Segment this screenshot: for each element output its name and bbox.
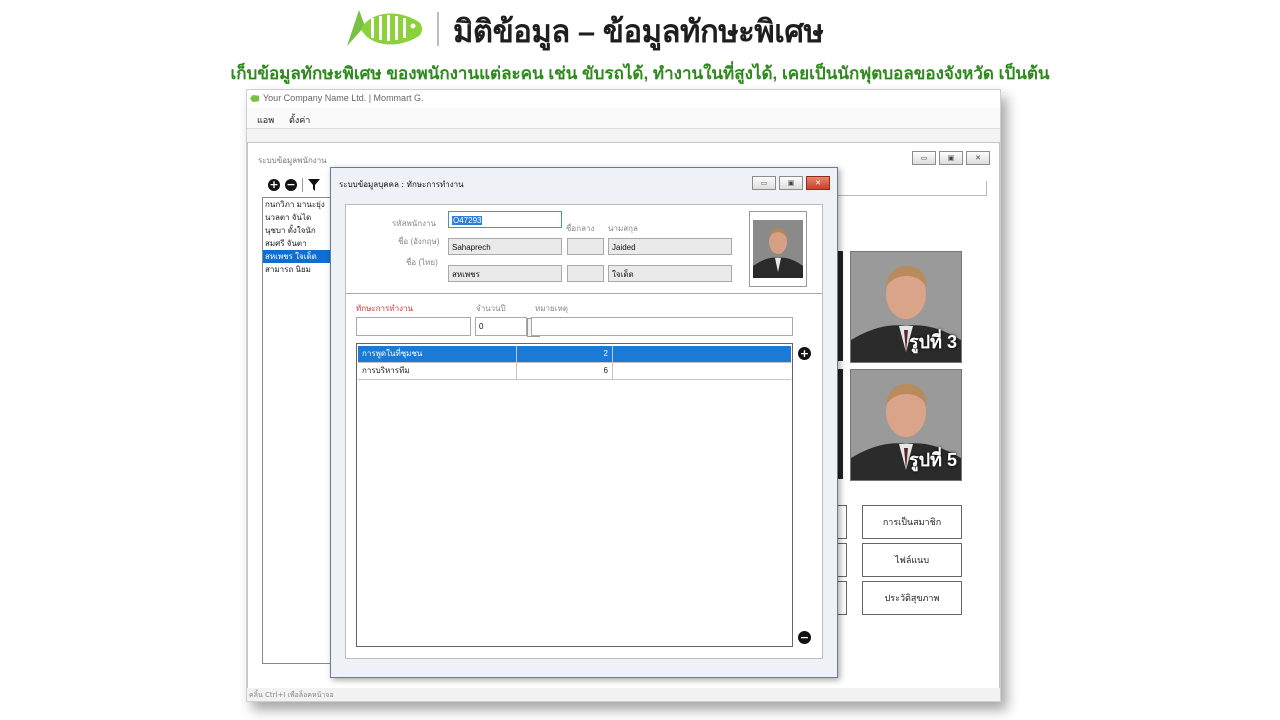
maximize-icon[interactable]: ▣ (779, 176, 803, 190)
minimize-icon[interactable]: ▭ (912, 151, 936, 165)
photo-3[interactable]: รูปที่ 3 (850, 251, 962, 363)
close-icon[interactable]: ✕ (966, 151, 990, 165)
add-row-icon[interactable]: + (798, 347, 811, 360)
person-photo-icon (753, 220, 803, 278)
add-icon[interactable]: + (268, 179, 280, 191)
employee-list[interactable]: กนกวิภา มานะยุ่ง นวลตา จันได นุชบา ตั้งใ… (262, 197, 332, 664)
hidden-button-edge[interactable] (838, 581, 847, 615)
surname-label: นามสกุล (608, 224, 638, 233)
note-cell (613, 363, 793, 379)
middle-name-label: ชื่อกลาง (566, 224, 595, 233)
photo-5-label: รูปที่ 5 (909, 450, 957, 470)
title-separator (437, 12, 439, 46)
dialog-title: ระบบข้อมูลบุคคล : ทักษะการทำงาน (339, 180, 464, 189)
fish-logo-icon (347, 10, 422, 46)
section-divider (346, 293, 822, 294)
hidden-button-edge[interactable] (838, 505, 847, 539)
app-logo-icon (250, 95, 259, 102)
list-item[interactable]: กนกวิภา มานะยุ่ง (263, 198, 331, 211)
employee-photo[interactable] (749, 211, 807, 287)
list-item[interactable]: นวลตา จันได (263, 211, 331, 224)
last-name-th-input[interactable]: ใจเด็ด (608, 265, 732, 282)
emp-code-input[interactable]: O47293 (448, 211, 562, 228)
app-window-title: Your Company Name Ltd. | Mommart G. (263, 93, 424, 103)
page-title: มิติข้อมูล – ข้อมูลทักษะพิเศษ (453, 14, 824, 49)
skills-table[interactable]: การพูดในที่ชุมชน 2 การบริหารทีม 6 (356, 343, 793, 647)
skill-label: ทักษะการทำงาน (356, 304, 413, 313)
skill-input[interactable] (356, 317, 471, 336)
years-input[interactable]: 0 (475, 317, 527, 336)
name-en-label: ชื่อ (อังกฤษ) (398, 237, 440, 246)
list-item[interactable]: สามารถ นิยม (263, 263, 331, 276)
years-label: จำนวนปี (476, 304, 506, 313)
list-item-selected[interactable]: สหเพชร ใจเด็ด (263, 250, 331, 263)
remove-row-icon[interactable]: − (798, 631, 811, 644)
middle-name-en-input[interactable] (567, 238, 604, 255)
employee-window-controls: ▭ ▣ ✕ (912, 151, 990, 165)
skill-cell: การพูดในที่ชุมชน (358, 346, 517, 362)
remove-icon[interactable]: − (285, 179, 297, 191)
dialog-body: รหัสพนักงาน O47293 ชื่อกลาง นามสกุล ชื่อ… (345, 204, 823, 659)
middle-name-th-input[interactable] (567, 265, 604, 282)
maximize-icon[interactable]: ▣ (939, 151, 963, 165)
note-cell (613, 346, 793, 362)
minimize-icon[interactable]: ▭ (752, 176, 776, 190)
first-name-en-input[interactable]: Sahaprech (448, 238, 562, 255)
note-input[interactable] (531, 317, 793, 336)
employee-window-title: ระบบข้อมูลพนักงาน (258, 156, 327, 165)
app-titlebar: Your Company Name Ltd. | Mommart G. (247, 90, 1000, 108)
years-cell: 2 (517, 346, 613, 362)
skill-cell: การบริหารทีม (358, 363, 517, 379)
status-text: คลิ้น Ctrl+I เพื่อล็อคหน้าจอ (249, 691, 334, 699)
dialog-window-controls: ▭ ▣ ✕ (752, 176, 830, 190)
photo-3-label: รูปที่ 3 (909, 332, 957, 352)
toolbar-separator (302, 178, 303, 192)
attachments-button[interactable]: ไฟล์แนบ (862, 543, 962, 577)
skills-dialog: ระบบข้อมูลบุคคล : ทักษะการทำงาน ▭ ▣ ✕ รห… (330, 167, 838, 678)
years-cell: 6 (517, 363, 613, 379)
table-row[interactable]: การพูดในที่ชุมชน 2 (358, 346, 791, 363)
close-icon[interactable]: ✕ (806, 176, 830, 190)
emp-code-value: O47293 (452, 216, 483, 225)
membership-button[interactable]: การเป็นสมาชิก (862, 505, 962, 539)
status-bar: คลิ้น Ctrl+I เพื่อล็อคหน้าจอ (247, 688, 1000, 701)
first-name-th-input[interactable]: สหเพชร (448, 265, 562, 282)
app-menubar: แอพ ตั้งค่า (247, 108, 1000, 129)
name-th-label: ชื่อ (ไทย) (406, 258, 438, 267)
tab-strip-edge (838, 181, 987, 196)
employee-toolbar: + − (268, 178, 320, 192)
hidden-button-edge[interactable] (838, 543, 847, 577)
table-row[interactable]: การบริหารทีม 6 (358, 363, 791, 380)
menu-item-app[interactable]: แอพ (257, 113, 274, 127)
page-subtitle: เก็บข้อมูลทักษะพิเศษ ของพนักงานแต่ละคน เ… (230, 64, 1050, 83)
list-item[interactable]: นุชบา ตั้งใจนัก (263, 224, 331, 237)
filter-icon[interactable] (308, 179, 320, 191)
list-item[interactable]: สมศรี จันตา (263, 237, 331, 250)
last-name-en-input[interactable]: Jaided (608, 238, 732, 255)
health-history-button[interactable]: ประวัติสุขภาพ (862, 581, 962, 615)
menu-item-settings[interactable]: ตั้งค่า (289, 113, 310, 127)
photo-5[interactable]: รูปที่ 5 (850, 369, 962, 481)
note-label: หมายเหตุ (535, 304, 568, 313)
app-screenshot: Your Company Name Ltd. | Mommart G. แอพ … (246, 89, 1001, 702)
emp-code-label: รหัสพนักงาน (392, 219, 436, 228)
